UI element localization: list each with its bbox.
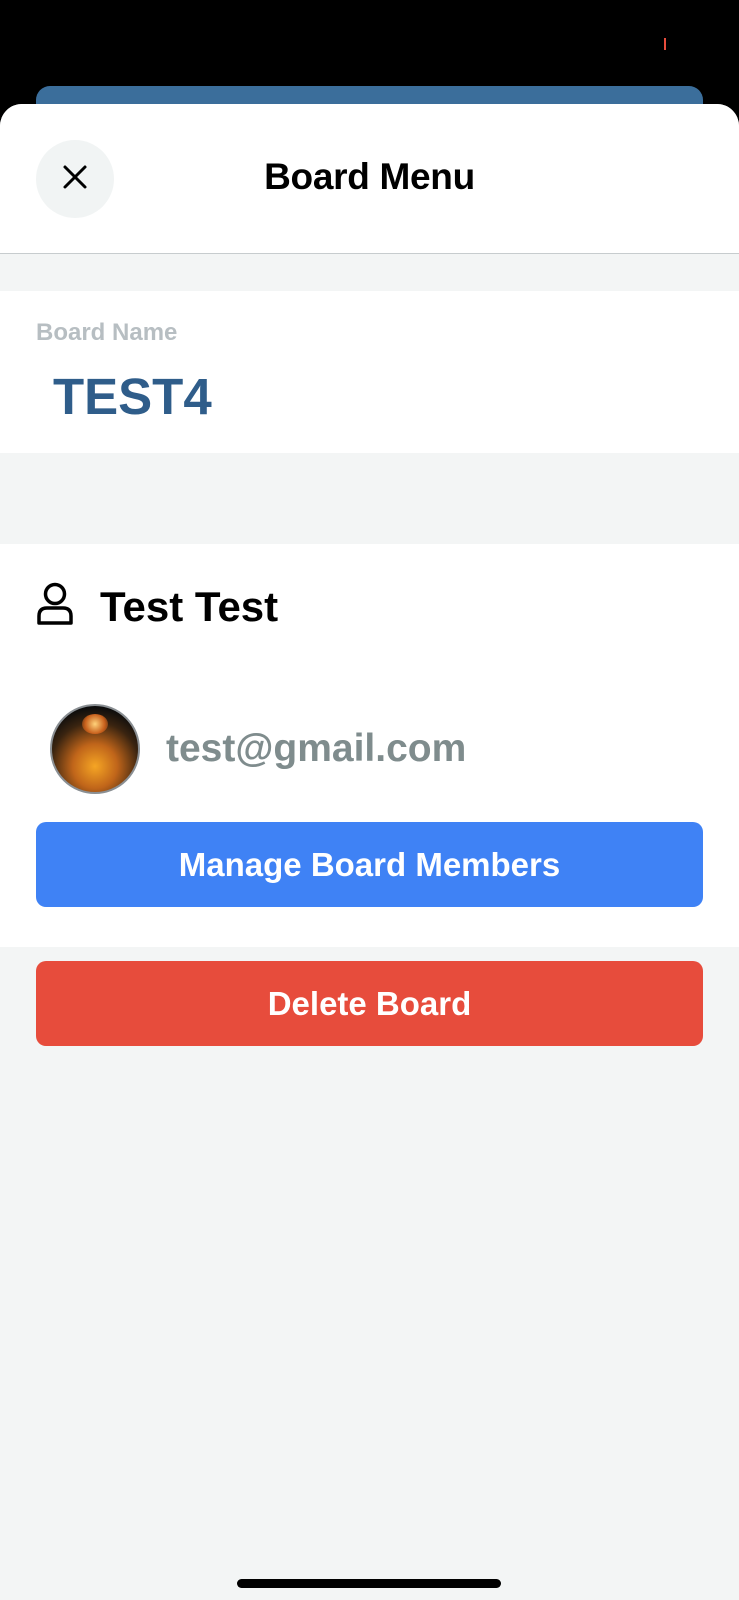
manage-board-members-button[interactable]: Manage Board Members [36, 822, 703, 907]
member-email: test@gmail.com [166, 727, 467, 770]
board-name-section: Board Name TEST4 [0, 291, 739, 453]
sheet-title: Board Menu [264, 156, 475, 197]
board-name-field[interactable]: TEST4 [53, 367, 212, 426]
home-indicator [237, 1579, 501, 1588]
user-icon [36, 582, 74, 631]
sheet-header: Board Menu [0, 104, 739, 254]
app-screen: Board Menu Board Name TEST4 Test Test te… [0, 0, 739, 1600]
owner-name: Test Test [100, 582, 279, 630]
list-item: test@gmail.com [50, 704, 466, 794]
board-name-label: Board Name [36, 319, 178, 346]
status-indicator [664, 38, 666, 50]
delete-board-button[interactable]: Delete Board [36, 961, 703, 1046]
avatar [50, 704, 140, 794]
owner-row: Test Test [36, 582, 278, 631]
board-menu-sheet: Board Menu Board Name TEST4 Test Test te… [0, 104, 739, 1600]
